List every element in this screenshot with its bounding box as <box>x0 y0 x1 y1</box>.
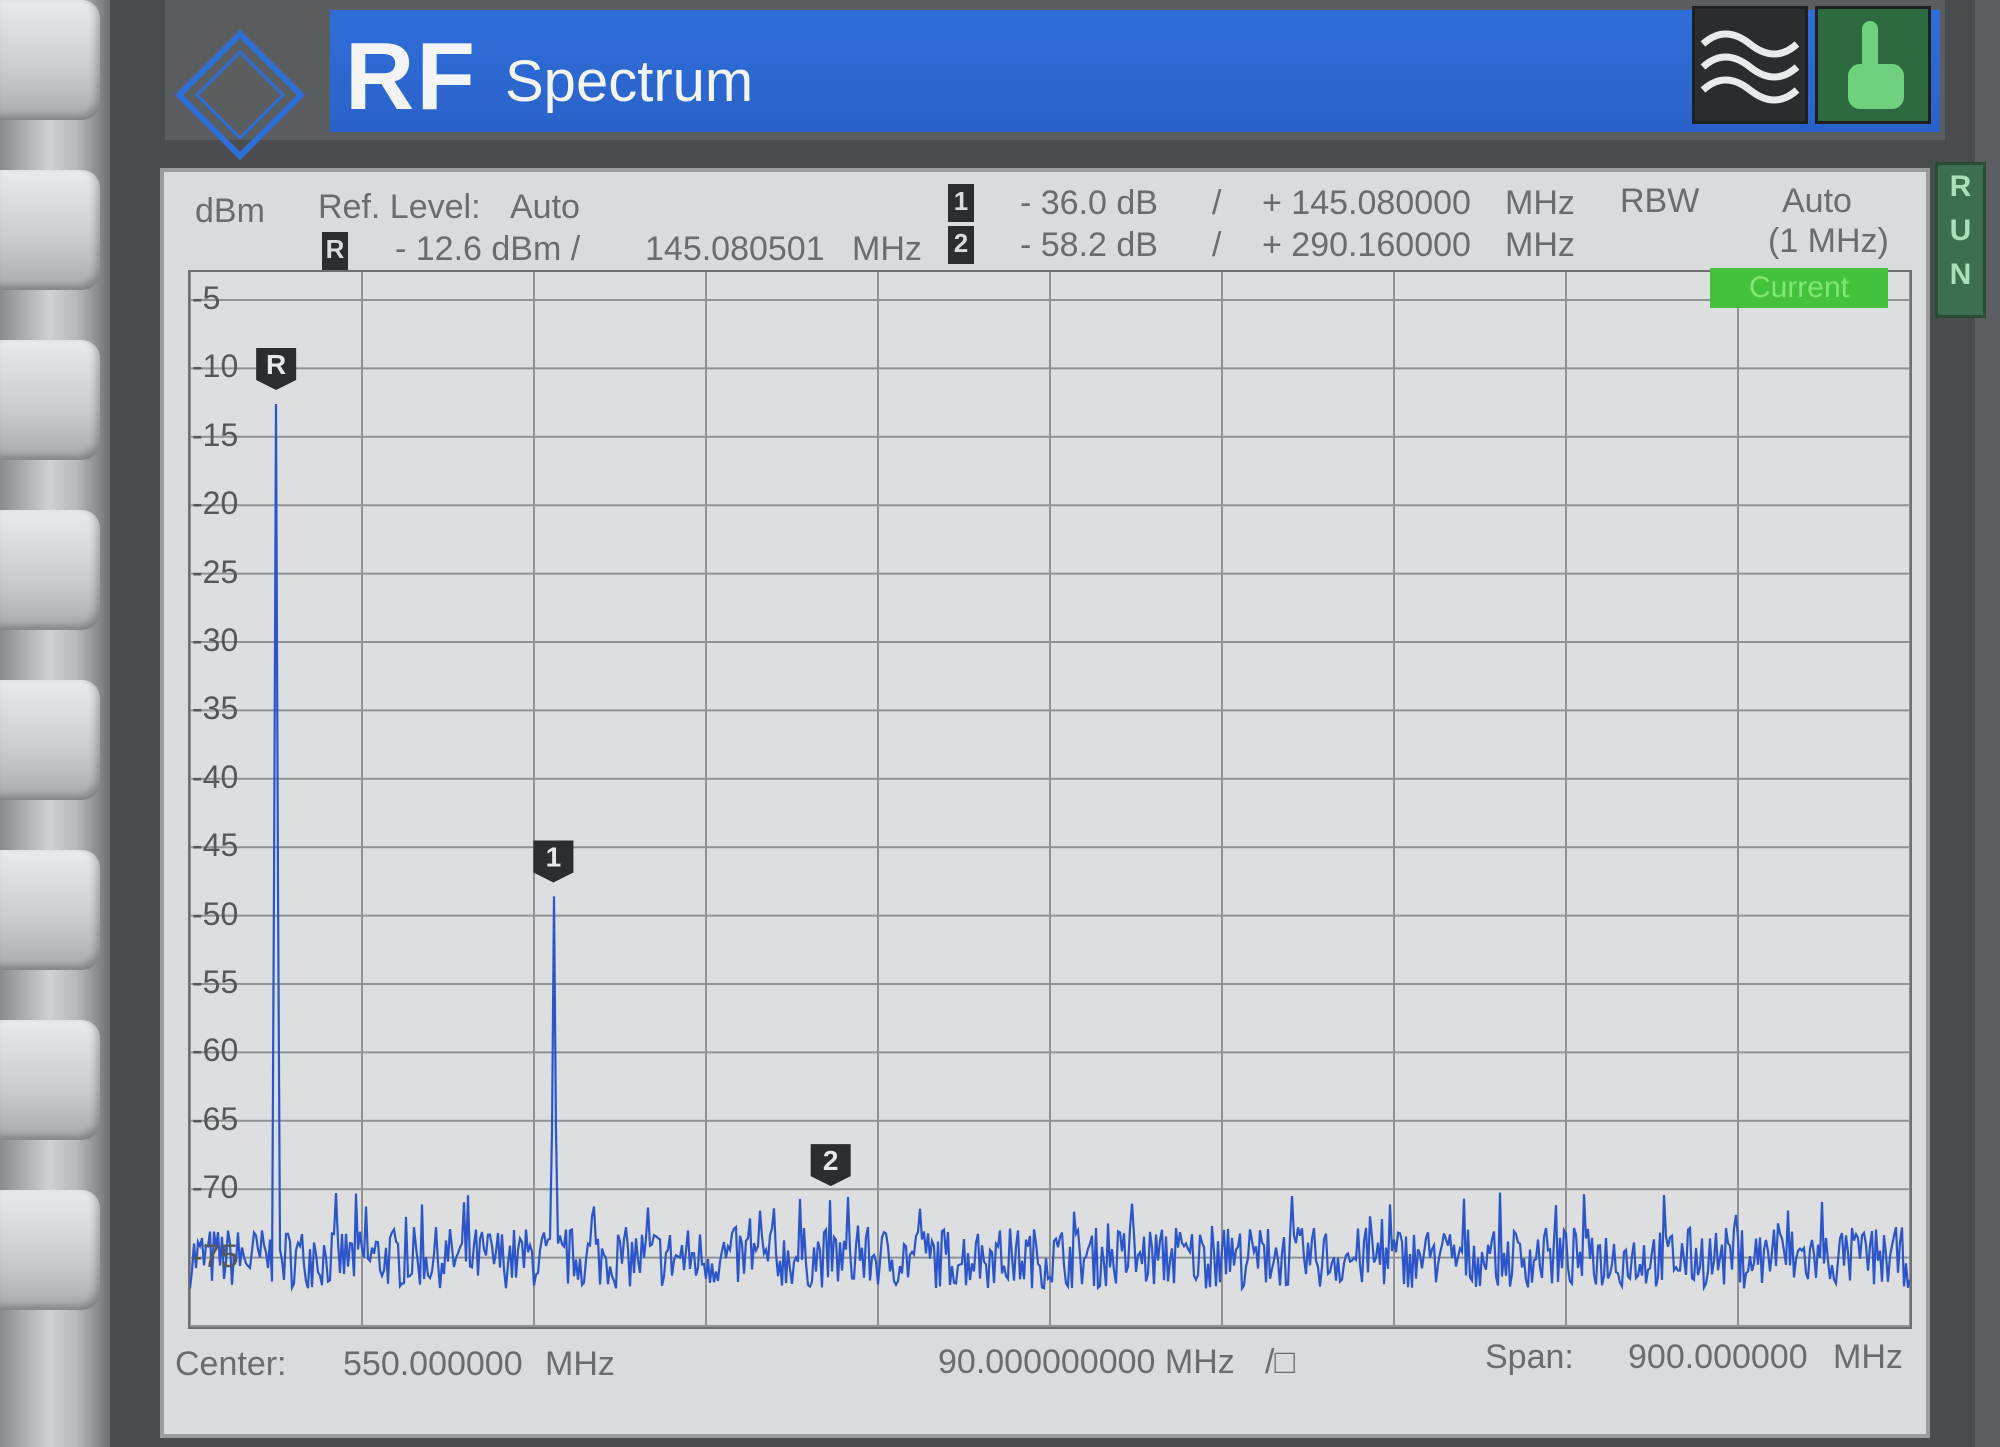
marker-2-unit: MHz <box>1505 226 1575 264</box>
run-indicator: R U N <box>1935 162 1986 318</box>
y-tick-label: -40 <box>192 758 239 795</box>
rbw-sub: (1 MHz) <box>1768 222 1889 260</box>
marker-1-freq: + 145.080000 <box>1262 184 1471 222</box>
marker-1-level: - 36.0 dB <box>1020 184 1158 222</box>
center-label: Center: <box>175 1345 287 1383</box>
y-tick-label: -20 <box>192 485 239 522</box>
marker-flag-r: R <box>256 347 297 390</box>
y-tick-label: -30 <box>192 622 239 658</box>
bezel-softkey-5[interactable] <box>0 680 100 800</box>
y-tick-label: -45 <box>192 827 239 864</box>
marker-2-slash: / <box>1212 226 1222 264</box>
marker-flag-1: 1 <box>533 840 574 883</box>
span-value[interactable]: 900.000000 <box>1628 1338 1808 1377</box>
y-tick-label: -5 <box>192 280 221 316</box>
marker-flag-label: 2 <box>823 1145 839 1176</box>
center-unit: MHz <box>545 1345 615 1383</box>
y-tick-label: -50 <box>192 895 239 932</box>
ref-marker-badge: R <box>322 232 348 270</box>
span-unit: MHz <box>1833 1338 1903 1376</box>
ref-marker-level: - 12.6 dBm / <box>395 230 581 268</box>
marker-2-badge: 2 <box>948 226 974 264</box>
marker-2-freq: + 290.160000 <box>1262 226 1471 264</box>
rbw-label[interactable]: RBW <box>1620 182 1699 221</box>
y-tick-label: -65 <box>192 1100 239 1137</box>
ref-marker-freq: 145.080501 <box>645 230 825 268</box>
div-unit: /□ <box>1265 1343 1295 1381</box>
y-tick-label: -25 <box>192 553 239 590</box>
y-tick-label: -75 <box>192 1237 239 1274</box>
bezel-softkey-8[interactable] <box>0 1190 100 1310</box>
bezel-softkey-6[interactable] <box>0 850 100 970</box>
ref-marker-freq-unit: MHz <box>852 230 922 268</box>
bezel-softkey-4[interactable] <box>0 510 100 630</box>
y-tick-label: -10 <box>192 348 239 385</box>
run-letter-u: U <box>1949 214 1972 247</box>
title-rf: RF <box>345 23 477 130</box>
ref-level-value: Auto <box>510 188 580 226</box>
run-letter-r: R <box>1949 170 1972 203</box>
marker-flag-2: 2 <box>810 1144 851 1187</box>
bezel-softkey-2[interactable] <box>0 170 100 290</box>
spectrum-plot-svg: R 1 2 <box>190 272 1910 1327</box>
rs-logo-icon <box>175 30 305 160</box>
y-tick-label: -60 <box>192 1032 239 1069</box>
y-tick-label: -70 <box>192 1169 239 1206</box>
marker-1-unit: MHz <box>1505 184 1575 222</box>
bezel-softkey-1[interactable] <box>0 0 100 120</box>
run-letter-n: N <box>1949 258 1972 291</box>
bezel-softkey-7[interactable] <box>0 1020 100 1140</box>
center-value[interactable]: 550.000000 <box>343 1345 523 1384</box>
spectrum-wave-icon[interactable] <box>1692 6 1808 124</box>
marker-1-badge: 1 <box>948 184 974 222</box>
touch-hand-icon[interactable] <box>1815 6 1931 124</box>
spectrum-plot[interactable]: R 1 2 <box>188 270 1912 1329</box>
ref-level-label: Ref. Level: <box>318 188 481 226</box>
current-badge: Current <box>1710 268 1888 308</box>
rbw-value[interactable]: Auto <box>1782 182 1852 221</box>
marker-1-slash: / <box>1212 184 1222 222</box>
y-tick-label: -55 <box>192 964 239 1000</box>
marker-flag-label: R <box>266 349 286 380</box>
span-label: Span: <box>1485 1338 1574 1376</box>
marker-flag-label: 1 <box>546 841 562 872</box>
title-app: Spectrum <box>505 49 754 114</box>
instrument-bezel <box>0 0 110 1447</box>
y-tick-label: -15 <box>192 416 239 453</box>
marker-2-level: - 58.2 dB <box>1020 226 1158 264</box>
div-value: 90.000000000 MHz <box>938 1343 1235 1381</box>
y-tick-label: -35 <box>192 690 239 727</box>
bezel-softkey-3[interactable] <box>0 340 100 460</box>
unit-label: dBm <box>195 192 265 230</box>
